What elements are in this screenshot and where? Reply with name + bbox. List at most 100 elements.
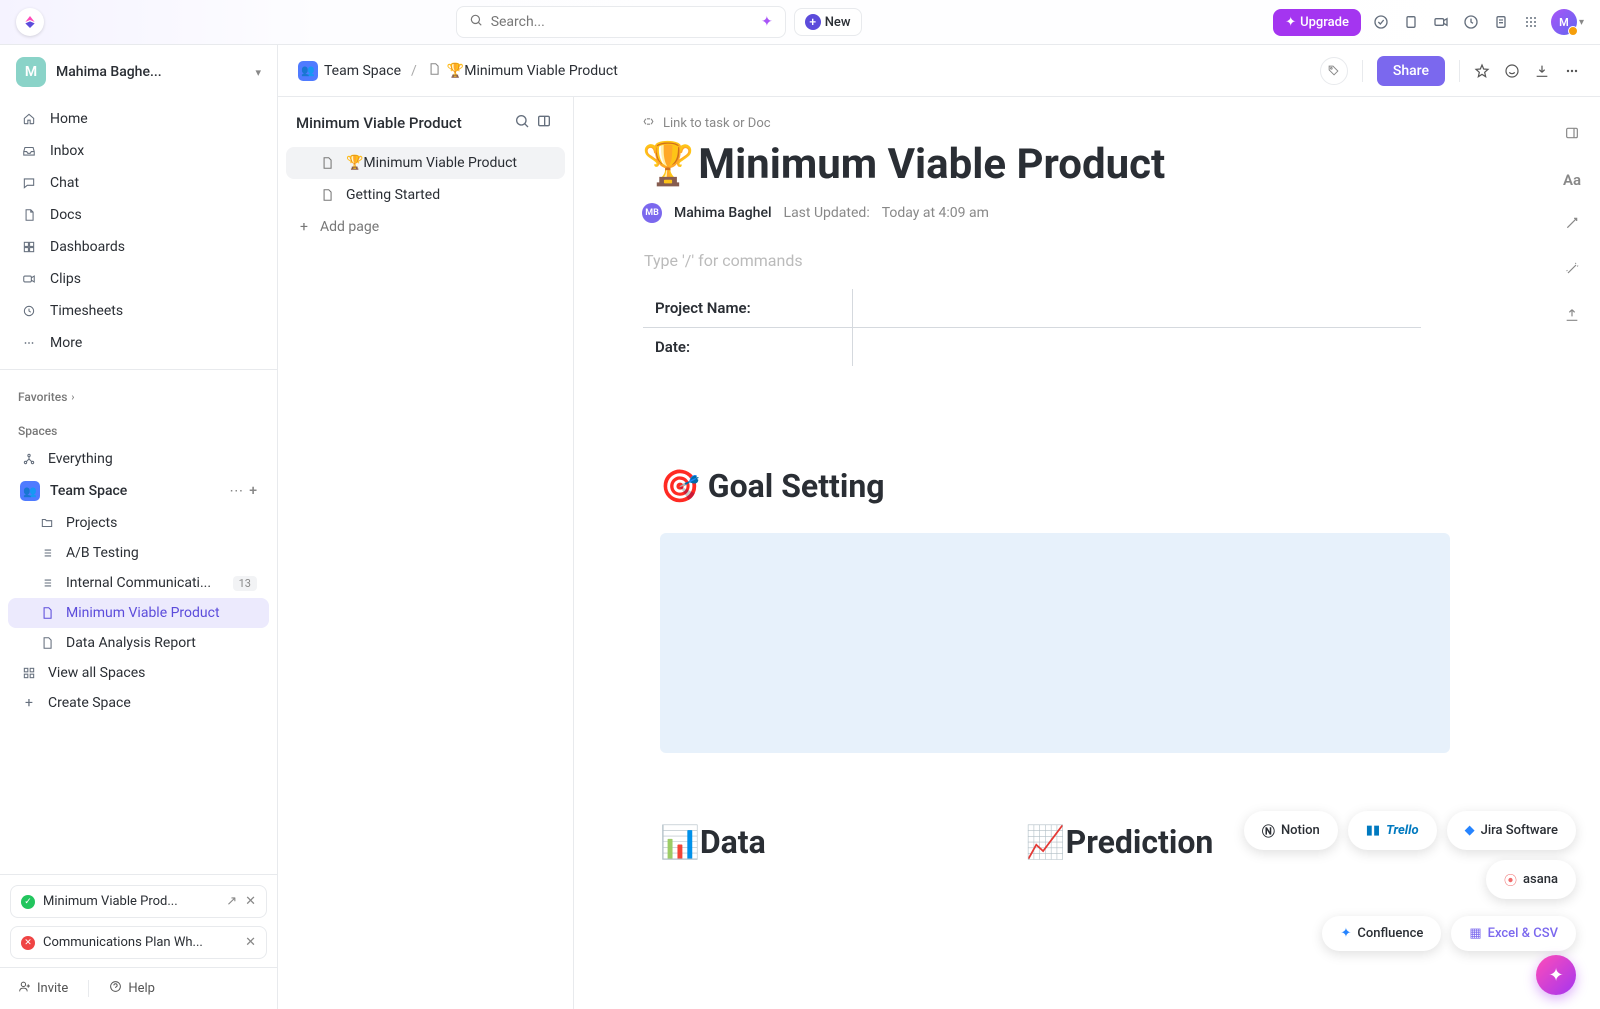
wand-icon[interactable] (1564, 215, 1580, 235)
nav-clips[interactable]: Clips (8, 263, 269, 295)
favorites-section[interactable]: Favorites› (0, 376, 277, 410)
tree-projects[interactable]: Projects (8, 508, 269, 538)
tree-create-space[interactable]: +Create Space (8, 688, 269, 718)
callout-block[interactable] (660, 533, 1450, 753)
nav-home[interactable]: Home (8, 103, 269, 135)
search-icon[interactable] (511, 113, 533, 133)
doc-title[interactable]: 🏆Minimum Viable Product (642, 140, 1422, 189)
pill-trello[interactable]: ▮▮Trello (1348, 811, 1437, 850)
tree-data-report[interactable]: Data Analysis Report (8, 628, 269, 658)
new-button[interactable]: + New (794, 8, 862, 36)
search-placeholder: Search... (491, 14, 545, 30)
person-plus-icon (18, 980, 31, 997)
breadcrumb-doc[interactable]: 🏆Minimum Viable Product (427, 62, 618, 80)
heading-goal-setting[interactable]: 🎯 Goal Setting (660, 467, 1422, 505)
search-icon (469, 13, 483, 31)
checkmark-icon[interactable] (1371, 12, 1391, 32)
heading-data[interactable]: 📊Data (660, 823, 766, 861)
nav-timesheets[interactable]: Timesheets (8, 295, 269, 327)
author-avatar: MB (642, 203, 662, 223)
nav-label: Inbox (50, 143, 84, 159)
nav-inbox[interactable]: Inbox (8, 135, 269, 167)
global-search[interactable]: Search... ✦ (456, 6, 786, 38)
panel-item-getting-started[interactable]: Getting Started (286, 179, 565, 211)
content-header: 👥Team Space / 🏆Minimum Viable Product Sh… (278, 45, 1600, 97)
link-to-task[interactable]: Link to task or Doc (642, 115, 1422, 132)
nav-label: Dashboards (50, 239, 125, 255)
ai-sparkle-icon[interactable]: ✦ (761, 14, 773, 30)
author-name[interactable]: Mahima Baghel (674, 205, 772, 221)
pill-notion[interactable]: ⓃNotion (1244, 811, 1338, 850)
upgrade-button[interactable]: ✦ Upgrade (1273, 9, 1361, 36)
list-icon (38, 546, 56, 560)
tree-internal-comm[interactable]: Internal Communicati...13 (8, 568, 269, 598)
breadcrumb-separator: / (411, 63, 417, 79)
workspace-switcher[interactable]: M Mahima Baghe... ▾ (0, 45, 277, 99)
breadcrumb: 👥Team Space / 🏆Minimum Viable Product (298, 61, 618, 81)
command-placeholder[interactable]: Type '/' for commands (642, 251, 1422, 270)
apps-grid-icon[interactable] (1521, 12, 1541, 32)
tree-team-space[interactable]: 👥Team Space⋯+ (8, 474, 269, 508)
open-icon[interactable]: ↗ (226, 894, 237, 909)
export-icon[interactable] (1564, 307, 1580, 327)
home-icon (20, 112, 38, 126)
add-page-button[interactable]: +Add page (286, 211, 565, 243)
nav-dashboards[interactable]: Dashboards (8, 231, 269, 263)
panel-icon[interactable] (1564, 125, 1580, 145)
comment-icon[interactable] (1504, 63, 1520, 79)
breadcrumb-space[interactable]: 👥Team Space (298, 61, 401, 81)
row-date-label: Date: (643, 328, 853, 367)
invite-button[interactable]: Invite (18, 980, 68, 997)
ai-fab-button[interactable]: ✦ (1536, 955, 1576, 995)
notepad-icon[interactable] (1491, 12, 1511, 32)
recent-item-mvp[interactable]: ✓ Minimum Viable Prod... ↗ ✕ (10, 885, 267, 918)
pill-excel[interactable]: ▦Excel & CSV (1451, 916, 1576, 951)
plus-icon: + (20, 695, 38, 711)
typography-icon[interactable]: Aa (1563, 171, 1581, 189)
more-icon[interactable] (1564, 63, 1580, 79)
clock-icon[interactable] (1461, 12, 1481, 32)
spaces-section: Spaces (0, 410, 277, 444)
import-pills-row1: ⓃNotion ▮▮Trello ◆Jira Software ⦿asana (1176, 811, 1576, 899)
plus-icon[interactable]: + (249, 483, 257, 499)
nav-docs[interactable]: Docs (8, 199, 269, 231)
pill-asana[interactable]: ⦿asana (1486, 860, 1576, 899)
magic-icon[interactable] (1564, 261, 1580, 281)
nav-chat[interactable]: Chat (8, 167, 269, 199)
tree-view-all[interactable]: View all Spaces (8, 658, 269, 688)
pill-confluence[interactable]: ✦Confluence (1322, 916, 1441, 951)
video-icon[interactable] (1431, 12, 1451, 32)
status-success-icon: ✓ (21, 895, 35, 909)
app-logo[interactable] (16, 8, 44, 36)
tree-ab-testing[interactable]: A/B Testing (8, 538, 269, 568)
panel-label: Getting Started (346, 187, 440, 203)
panel-label: 🏆Minimum Viable Product (346, 155, 517, 171)
tag-button[interactable] (1320, 57, 1348, 85)
close-icon[interactable]: ✕ (245, 894, 256, 909)
recent-item-comm[interactable]: ✕ Communications Plan Wh... ✕ (10, 926, 267, 959)
tree-mvp[interactable]: Minimum Viable Product (8, 598, 269, 628)
plus-icon: + (300, 219, 308, 235)
help-button[interactable]: Help (109, 980, 155, 997)
nav-more[interactable]: More (8, 327, 269, 359)
tree-everything[interactable]: Everything (8, 444, 269, 474)
tree-label: Data Analysis Report (66, 635, 257, 651)
sidebar-toggle-icon[interactable] (533, 113, 555, 133)
info-table[interactable]: Project Name: Date: (642, 288, 1422, 367)
close-icon[interactable]: ✕ (245, 935, 256, 950)
nav-label: Docs (50, 207, 82, 223)
status-error-icon: ✕ (21, 936, 35, 950)
share-button[interactable]: Share (1377, 56, 1445, 86)
new-label: New (825, 15, 851, 30)
nav-label: Chat (50, 175, 79, 191)
doc-icon (38, 606, 56, 620)
star-icon[interactable] (1474, 63, 1490, 79)
panel-item-mvp[interactable]: 🏆Minimum Viable Product (286, 147, 565, 179)
clipboard-icon[interactable] (1401, 12, 1421, 32)
download-icon[interactable] (1534, 63, 1550, 79)
row-date-value[interactable] (853, 328, 1422, 367)
row-project-value[interactable] (853, 289, 1422, 328)
pill-jira[interactable]: ◆Jira Software (1447, 811, 1576, 850)
user-menu[interactable]: M ▾ (1551, 9, 1584, 35)
more-icon[interactable]: ⋯ (229, 483, 243, 499)
